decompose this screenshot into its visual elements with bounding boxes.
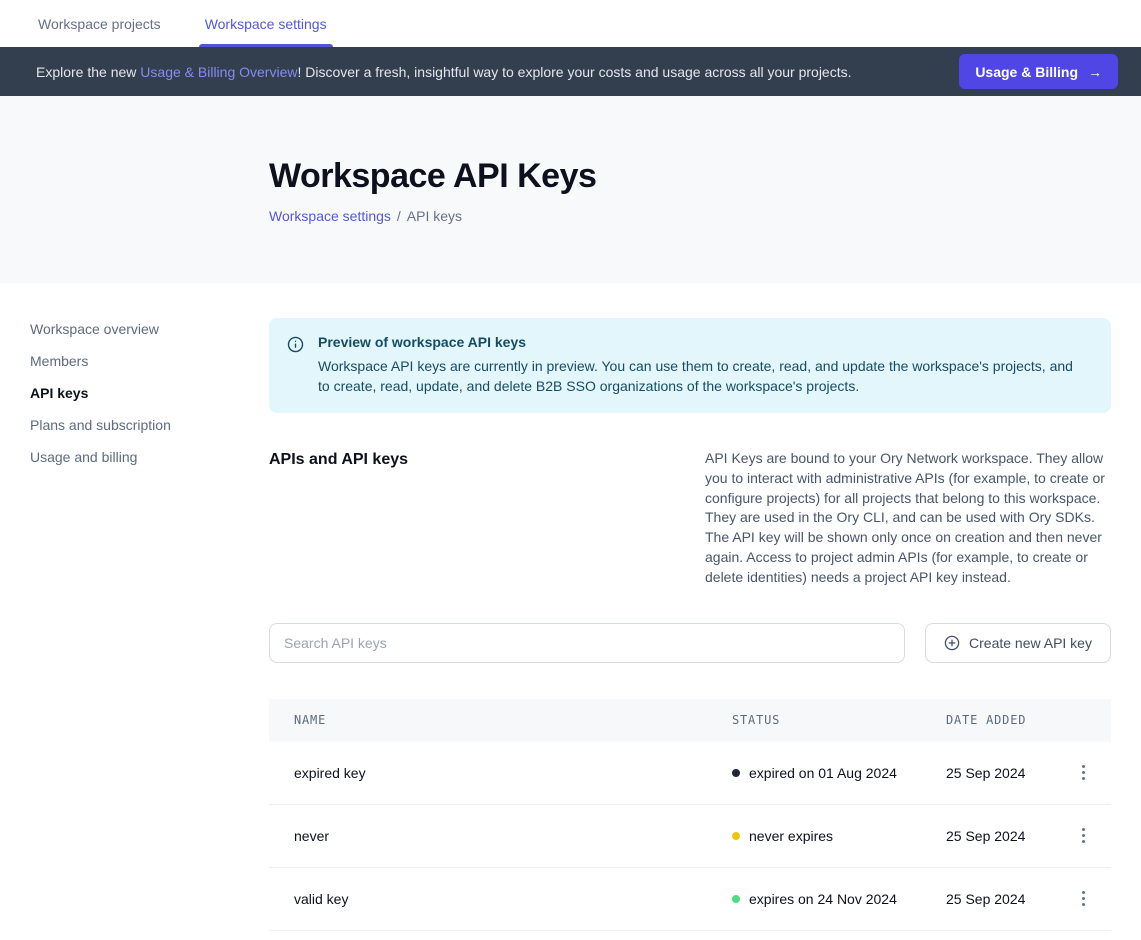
usage-billing-button-label: Usage & Billing [975, 64, 1078, 80]
preview-notice: Preview of workspace API keys Workspace … [269, 318, 1111, 413]
status-dot-icon [732, 895, 740, 903]
usage-billing-button[interactable]: Usage & Billing → [959, 54, 1118, 89]
tab-workspace-settings[interactable]: Workspace settings [203, 0, 329, 47]
banner-text-after: ! Discover a fresh, insightful way to ex… [297, 64, 851, 80]
status-text: expires on 24 Nov 2024 [749, 891, 897, 907]
banner-text-before: Explore the new [36, 64, 140, 80]
tab-workspace-projects[interactable]: Workspace projects [36, 0, 163, 47]
column-header-date-added: DATE ADDED [946, 713, 1056, 727]
top-navigation: Workspace projects Workspace settings [0, 0, 1141, 47]
sidebar-item-plans-subscription[interactable]: Plans and subscription [30, 416, 269, 435]
status-text: expired on 01 Aug 2024 [749, 765, 897, 781]
preview-notice-content: Preview of workspace API keys Workspace … [318, 334, 1087, 396]
status-badge: expired on 01 Aug 2024 [732, 765, 946, 781]
breadcrumb-current: API keys [407, 208, 462, 224]
table-row: expired key expired on 01 Aug 2024 25 Se… [269, 742, 1111, 805]
table-row: valid key expires on 24 Nov 2024 25 Sep … [269, 868, 1111, 931]
status-badge: expires on 24 Nov 2024 [732, 891, 946, 907]
status-badge: never expires [732, 828, 946, 844]
status-text: never expires [749, 828, 833, 844]
preview-notice-title: Preview of workspace API keys [318, 334, 1087, 350]
date-added: 25 Sep 2024 [946, 765, 1056, 781]
status-dot-icon [732, 769, 740, 777]
main-area: Workspace overview Members API keys Plan… [0, 283, 1141, 931]
banner-message: Explore the new Usage & Billing Overview… [36, 64, 959, 80]
api-keys-toolbar: Create new API key [269, 623, 1111, 663]
info-circle-icon [287, 336, 304, 396]
sidebar-item-api-keys[interactable]: API keys [30, 384, 269, 403]
status-dot-icon [732, 832, 740, 840]
row-actions-kebab-icon[interactable] [1076, 759, 1091, 786]
page-header: Workspace API Keys Workspace settings / … [0, 96, 1141, 283]
sidebar-item-workspace-overview[interactable]: Workspace overview [30, 320, 269, 339]
search-input[interactable] [269, 623, 905, 663]
preview-notice-body: Workspace API keys are currently in prev… [318, 356, 1087, 396]
create-api-key-button-label: Create new API key [969, 635, 1092, 651]
plus-circle-icon [944, 635, 960, 651]
create-api-key-button[interactable]: Create new API key [925, 623, 1111, 663]
banner-usage-billing-link[interactable]: Usage & Billing Overview [140, 64, 297, 80]
sidebar-item-members[interactable]: Members [30, 352, 269, 371]
breadcrumb-separator: / [397, 208, 401, 224]
date-added: 25 Sep 2024 [946, 828, 1056, 844]
content-column: Preview of workspace API keys Workspace … [269, 283, 1111, 931]
sidebar-item-usage-billing[interactable]: Usage and billing [30, 448, 269, 467]
section-description: API Keys are bound to your Ory Network w… [705, 449, 1111, 588]
announcement-banner: Explore the new Usage & Billing Overview… [0, 47, 1141, 96]
breadcrumb: Workspace settings / API keys [269, 208, 1141, 224]
table-row: never never expires 25 Sep 2024 [269, 805, 1111, 868]
api-key-name: valid key [269, 891, 732, 907]
row-actions-kebab-icon[interactable] [1076, 885, 1091, 912]
row-actions-kebab-icon[interactable] [1076, 822, 1091, 849]
settings-sidebar: Workspace overview Members API keys Plan… [0, 283, 269, 931]
api-key-name: never [269, 828, 732, 844]
arrow-right-icon: → [1088, 64, 1102, 80]
breadcrumb-workspace-settings-link[interactable]: Workspace settings [269, 208, 391, 224]
table-header-row: NAME STATUS DATE ADDED [269, 699, 1111, 742]
column-header-status: STATUS [732, 713, 946, 727]
date-added: 25 Sep 2024 [946, 891, 1056, 907]
page-title: Workspace API Keys [269, 157, 1141, 196]
section-heading: APIs and API keys [269, 449, 705, 588]
api-key-name: expired key [269, 765, 732, 781]
api-keys-section: APIs and API keys API Keys are bound to … [269, 449, 1111, 588]
api-keys-table: NAME STATUS DATE ADDED expired key expir… [269, 699, 1111, 931]
column-header-name: NAME [269, 713, 732, 727]
